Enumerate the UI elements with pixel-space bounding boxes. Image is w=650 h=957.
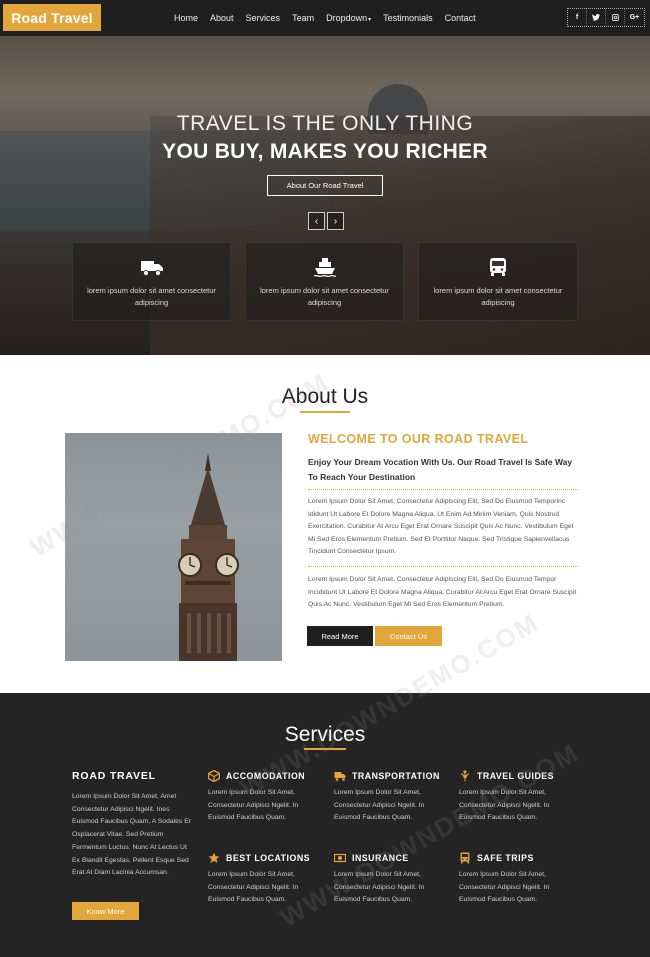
clock-tower-illustration <box>178 453 239 661</box>
bus-icon <box>460 852 470 864</box>
about-title-underline <box>300 411 350 413</box>
service-text: Lorem Ipsum Dolor Sit Amet, Consectetur … <box>459 789 550 822</box>
service-title: INSURANCE <box>352 853 409 863</box>
hero-card-text: lorem ipsum dolor sit amet consectetur a… <box>260 286 389 307</box>
nav-home[interactable]: Home <box>168 13 204 23</box>
service-title: TRANSPORTATION <box>352 771 440 781</box>
hero-feature-cards: lorem ipsum dolor sit amet consectetur a… <box>72 242 578 321</box>
service-title: BEST LOCATIONS <box>226 853 311 863</box>
star-icon <box>208 852 220 863</box>
hero-card: lorem ipsum dolor sit amet consectetur a… <box>418 242 578 321</box>
twitter-icon[interactable] <box>587 9 606 26</box>
divider <box>308 566 578 567</box>
service-text: Lorem Ipsum Dolor Sit Amet, Consectetur … <box>208 871 299 904</box>
ship-icon <box>313 257 337 278</box>
service-text: Lorem Ipsum Dolor Sit Amet, Consectetur … <box>334 871 425 904</box>
service-title: SAFE TRIPS <box>477 853 534 863</box>
nav-testimonials[interactable]: Testimonials <box>377 13 439 23</box>
truck-icon <box>334 772 346 781</box>
slider-arrows: ‹ › <box>308 212 344 230</box>
logo[interactable]: Road Travel <box>3 4 101 31</box>
service-transportation: TRANSPORTATION Lorem Ipsum Dolor Sit Ame… <box>334 769 449 825</box>
about-title: About Us <box>281 385 369 408</box>
truck-icon <box>140 257 164 277</box>
hero-banner: TRAVEL IS THE ONLY THING YOU BUY, MAKES … <box>0 36 650 355</box>
slider-prev-button[interactable]: ‹ <box>308 212 325 230</box>
hero-card: lorem ipsum dolor sit amet consectetur a… <box>72 242 231 321</box>
road-travel-heading: ROAD TRAVEL <box>72 770 156 782</box>
money-icon <box>334 853 346 863</box>
services-title: Services <box>284 723 366 746</box>
slider-next-button[interactable]: › <box>327 212 344 230</box>
hero-card: lorem ipsum dolor sit amet consectetur a… <box>245 242 404 321</box>
service-insurance: INSURANCE Lorem Ipsum Dolor Sit Amet, Co… <box>334 851 449 907</box>
hero-headline-1: TRAVEL IS THE ONLY THING <box>176 112 474 135</box>
about-paragraph-1: Lorem Ipsum Dolor Sit Amet, Consectetur … <box>308 498 574 555</box>
service-accomodation: ACCOMODATION Lorem Ipsum Dolor Sit Amet,… <box>208 769 323 825</box>
service-title: TRAVEL GUIDES <box>477 771 555 781</box>
bus-icon <box>486 257 510 277</box>
read-more-button[interactable]: Read More <box>307 626 373 646</box>
instagram-icon[interactable] <box>606 9 625 26</box>
contact-us-button[interactable]: Contact Us <box>375 626 442 646</box>
nav-contact[interactable]: Contact <box>439 13 482 23</box>
person-icon <box>460 770 470 782</box>
service-text: Lorem Ipsum Dolor Sit Amet, Consectetur … <box>459 871 550 904</box>
facebook-icon[interactable]: f <box>568 9 587 26</box>
social-links: f G+ <box>567 8 645 27</box>
hero-card-text: lorem ipsum dolor sit amet consectetur a… <box>433 286 563 307</box>
big-ben-image <box>65 433 282 661</box>
google-plus-icon[interactable]: G+ <box>625 9 644 26</box>
service-travel-guides: TRAVEL GUIDES Lorem Ipsum Dolor Sit Amet… <box>459 769 574 825</box>
service-title: ACCOMODATION <box>226 771 306 781</box>
service-safe-trips: SAFE TRIPS Lorem Ipsum Dolor Sit Amet, C… <box>459 851 574 907</box>
main-nav: Home About Services Team Dropdown▾ Testi… <box>168 0 482 36</box>
service-text: Lorem Ipsum Dolor Sit Amet, Consectetur … <box>208 789 299 822</box>
hero-headline-2: YOU BUY, MAKES YOU RICHER <box>162 140 488 163</box>
about-subtitle: Enjoy Your Dream Vocation With Us. Our R… <box>308 457 573 482</box>
know-more-button[interactable]: Know More <box>72 902 139 920</box>
about-paragraph-2: Lorem Ipsum Dolor Sit Amet, Consectetur … <box>308 576 577 608</box>
service-best-locations: BEST LOCATIONS Lorem Ipsum Dolor Sit Ame… <box>208 851 323 907</box>
divider <box>308 489 578 490</box>
about-road-travel-button[interactable]: About Our Road Travel <box>267 175 383 196</box>
nav-team[interactable]: Team <box>286 13 320 23</box>
cube-icon <box>208 770 220 782</box>
hero-card-text: lorem ipsum dolor sit amet consectetur a… <box>87 286 216 307</box>
services-title-underline <box>304 748 346 750</box>
site-header: Road Travel Home About Services Team Dro… <box>0 0 650 36</box>
nav-dropdown-label: Dropdown <box>326 13 368 23</box>
road-travel-description: Lorem Ipsum Dolor Sit Amet, Amet Consect… <box>72 793 192 877</box>
nav-about[interactable]: About <box>204 13 240 23</box>
nav-dropdown[interactable]: Dropdown▾ <box>320 13 377 23</box>
welcome-heading: WELCOME TO OUR ROAD TRAVEL <box>308 432 529 446</box>
caret-down-icon: ▾ <box>368 17 372 23</box>
services-section: Services ROAD TRAVEL Lorem Ipsum Dolor S… <box>0 693 650 957</box>
nav-services[interactable]: Services <box>240 13 287 23</box>
service-text: Lorem Ipsum Dolor Sit Amet, Consectetur … <box>334 789 425 822</box>
